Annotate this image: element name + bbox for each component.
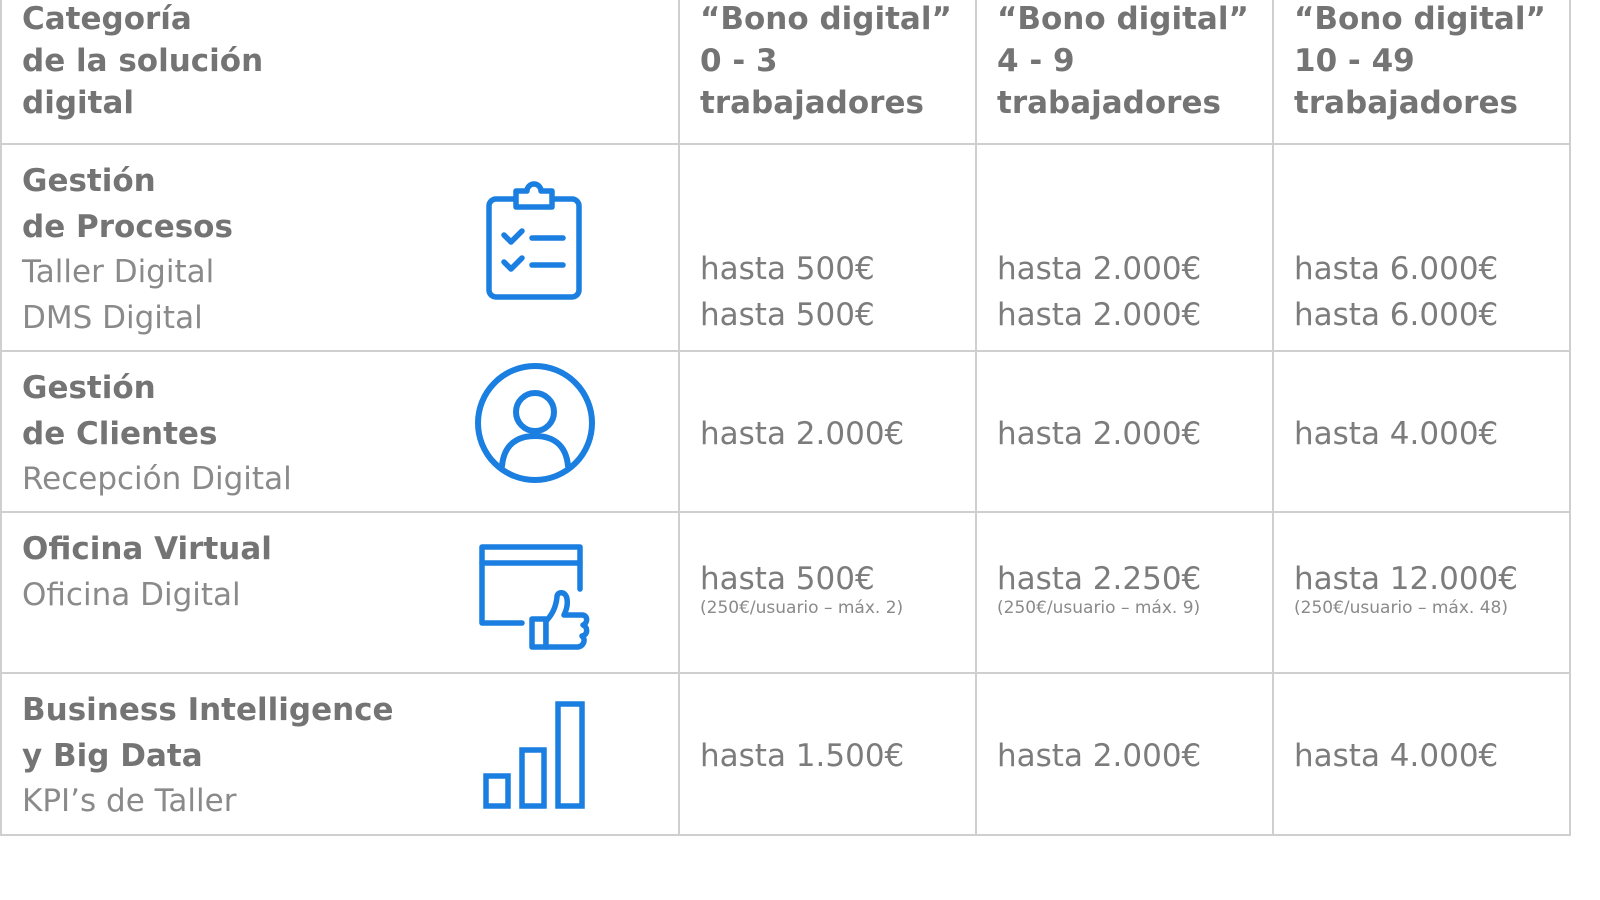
clipboard-checklist-icon: [484, 179, 584, 301]
value-cell: hasta 6.000€ hasta 6.000€: [1272, 143, 1571, 352]
value-amount: hasta 4.000€: [1294, 738, 1499, 774]
header-tier-line: 4 - 9: [997, 43, 1075, 79]
header-tier-line: “Bono digital”: [1294, 1, 1546, 37]
browser-thumbs-up-icon: [478, 543, 594, 653]
bar-chart-icon: [482, 700, 588, 812]
header-tier-line: trabajadores: [997, 85, 1221, 121]
header-tier-line: trabajadores: [1294, 85, 1518, 121]
value-cell: hasta 2.000€ hasta 2.000€: [975, 143, 1274, 352]
value-cell: hasta 500€ (250€/usuario – máx. 2): [678, 511, 977, 674]
header-tier-0-3: “Bono digital” 0 - 3 trabajadores: [678, 0, 977, 145]
value-cell: hasta 4.000€: [1272, 350, 1571, 513]
table-row-gestion-clientes: Gestión de Clientes Recepción Digital ha…: [0, 350, 1571, 513]
value-amount: hasta 500€: [700, 251, 875, 287]
header-tier-line: “Bono digital”: [700, 1, 952, 37]
user-circle-icon: [474, 362, 596, 484]
category-subitem: DMS Digital: [22, 299, 203, 336]
header-category-line: Categoría: [22, 1, 192, 37]
header-tier-10-49: “Bono digital” 10 - 49 trabajadores: [1272, 0, 1571, 145]
value-cell: hasta 4.000€: [1272, 672, 1571, 836]
header-row: Categoría de la solución digital “Bono d…: [0, 0, 1571, 145]
bono-digital-table: Categoría de la solución digital “Bono d…: [0, 0, 1571, 836]
value-amount: hasta 12.000€: [1294, 561, 1518, 597]
value-amount: hasta 500€: [700, 296, 875, 333]
header-tier-line: “Bono digital”: [997, 1, 1249, 37]
header-category-line: de la solución: [22, 43, 264, 79]
header-tier-line: 0 - 3: [700, 43, 778, 79]
category-cell: Gestión de Clientes Recepción Digital: [0, 350, 680, 513]
header-tier-line: trabajadores: [700, 85, 924, 121]
value-amount: hasta 500€: [700, 561, 875, 597]
table-row-business-intelligence: Business Intelligence y Big Data KPI’s d…: [0, 672, 1571, 836]
category-cell: Business Intelligence y Big Data KPI’s d…: [0, 672, 680, 836]
value-amount: hasta 4.000€: [1294, 416, 1499, 452]
value-cell: hasta 2.000€: [975, 672, 1274, 836]
header-tier-4-9: “Bono digital” 4 - 9 trabajadores: [975, 0, 1274, 145]
table-row-oficina-virtual: Oficina Virtual Oficina Digital hasta 50…: [0, 511, 1571, 674]
category-cell: Oficina Virtual Oficina Digital: [0, 511, 680, 674]
value-amount: hasta 1.500€: [700, 738, 905, 774]
header-tier-line: 10 - 49: [1294, 43, 1415, 79]
value-amount: hasta 2.250€: [997, 561, 1202, 597]
value-note: (250€/usuario – máx. 2): [700, 597, 904, 618]
value-amount: hasta 2.000€: [997, 251, 1202, 287]
value-amount: hasta 2.000€: [997, 738, 1202, 774]
category-cell: Gestión de Procesos Taller Digital DMS D…: [0, 143, 680, 352]
value-cell: hasta 2.250€ (250€/usuario – máx. 9): [975, 511, 1274, 674]
value-note: (250€/usuario – máx. 9): [997, 597, 1201, 618]
value-cell: hasta 500€ hasta 500€: [678, 143, 977, 352]
value-amount: hasta 2.000€: [997, 296, 1202, 333]
value-amount: hasta 2.000€: [997, 416, 1202, 452]
value-cell: hasta 2.000€: [975, 350, 1274, 513]
value-amount: hasta 6.000€: [1294, 251, 1499, 287]
header-category: Categoría de la solución digital: [0, 0, 680, 145]
value-cell: hasta 12.000€ (250€/usuario – máx. 48): [1272, 511, 1571, 674]
value-amount: hasta 2.000€: [700, 416, 905, 452]
value-note: (250€/usuario – máx. 48): [1294, 597, 1508, 618]
header-category-line: digital: [22, 85, 134, 121]
value-amount: hasta 6.000€: [1294, 296, 1499, 333]
value-cell: hasta 2.000€: [678, 350, 977, 513]
value-cell: hasta 1.500€: [678, 672, 977, 836]
table-row-gestion-procesos: Gestión de Procesos Taller Digital DMS D…: [0, 143, 1571, 352]
